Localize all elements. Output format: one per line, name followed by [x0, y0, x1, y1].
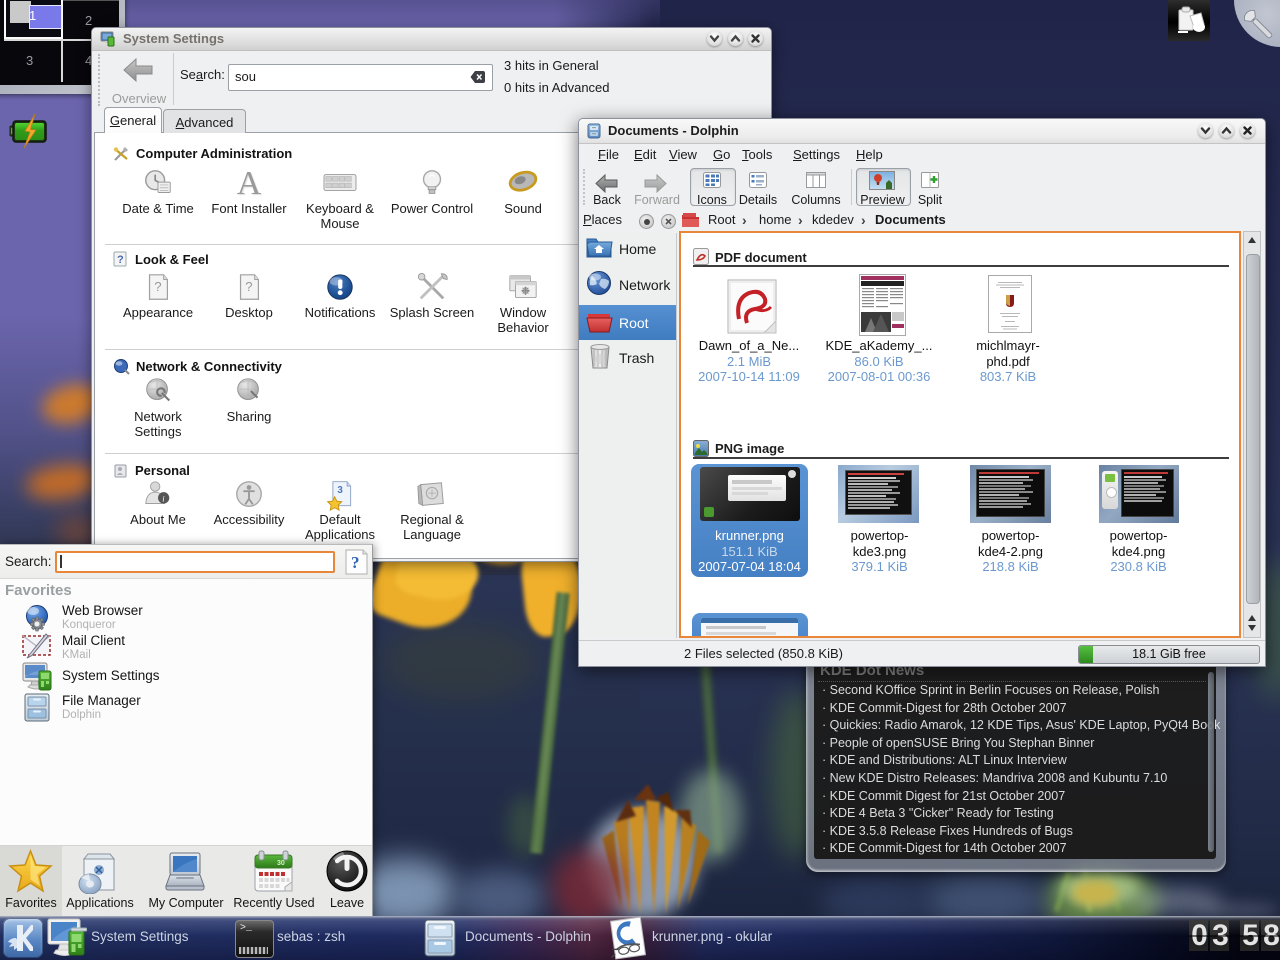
svg-text:?: ?	[117, 254, 124, 266]
svg-text:3: 3	[337, 485, 343, 496]
svg-text:?: ?	[245, 279, 252, 294]
svg-text:?: ?	[351, 553, 360, 572]
svg-text:30: 30	[277, 860, 285, 867]
svg-text:?: ?	[154, 279, 161, 294]
svg-text:❉: ❉	[521, 287, 530, 298]
